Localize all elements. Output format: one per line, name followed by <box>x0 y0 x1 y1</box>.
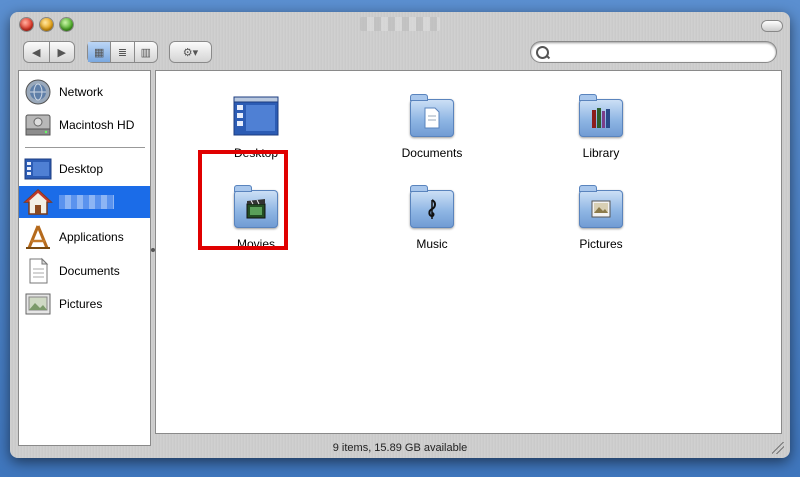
toolbar: ◀ ▶ ▦ ≣ ▥ ⚙▾ <box>10 38 790 72</box>
sidebar-item-network[interactable]: Network <box>19 76 150 108</box>
document-emblem-icon <box>424 107 440 129</box>
sidebar-item-documents[interactable]: Documents <box>19 255 150 287</box>
home-icon <box>23 188 53 216</box>
library-folder-icon <box>577 93 625 141</box>
column-view-button[interactable]: ▥ <box>135 42 157 62</box>
view-mode-control: ▦ ≣ ▥ <box>88 42 157 62</box>
status-bar: 9 items, 15.89 GB available <box>10 438 790 458</box>
search-icon <box>536 46 549 59</box>
forward-arrow-icon: ▶ <box>57 46 66 59</box>
documents-folder-icon <box>408 93 456 141</box>
list-view-icon: ≣ <box>117 46 128 59</box>
file-item-label: Pictures <box>579 237 623 251</box>
sidebar-item-label: Macintosh HD <box>59 118 135 132</box>
column-view-icon: ▥ <box>140 46 152 59</box>
gear-icon: ⚙▾ <box>182 46 199 59</box>
desktop-icon <box>23 155 53 183</box>
file-item-label: Documents <box>401 146 463 160</box>
folder-icon <box>579 185 623 228</box>
sidebar-item-home[interactable] <box>19 186 150 218</box>
sidebar: Network Macintosh HD Desktop Application… <box>18 70 151 446</box>
title-bar[interactable] <box>10 12 790 36</box>
forward-button[interactable]: ▶ <box>50 42 75 62</box>
list-view-button[interactable]: ≣ <box>111 42 135 62</box>
documents-icon <box>23 257 53 285</box>
file-item-pictures[interactable]: Pictures <box>546 184 656 251</box>
sidebar-item-label: Applications <box>59 230 124 244</box>
file-browser-pane: Desktop Documents Library Movies Music P… <box>155 70 782 434</box>
sidebar-divider <box>25 147 145 148</box>
folder-icon <box>410 185 454 228</box>
status-text: 9 items, 15.89 GB available <box>332 442 468 454</box>
sidebar-item-label: Documents <box>59 264 120 278</box>
sidebar-item-pictures[interactable]: Pictures <box>19 288 150 320</box>
resize-grip-icon[interactable] <box>772 442 784 454</box>
pictures-icon <box>23 290 53 318</box>
file-item-music[interactable]: Music <box>377 184 487 251</box>
back-button[interactable]: ◀ <box>24 42 50 62</box>
zoom-button[interactable] <box>60 18 73 31</box>
sidebar-item-macintosh-hd[interactable]: Macintosh HD <box>19 109 150 141</box>
music-folder-icon <box>408 184 456 232</box>
close-button[interactable] <box>20 18 33 31</box>
sidebar-item-desktop[interactable]: Desktop <box>19 153 150 185</box>
toolbar-toggle-button[interactable] <box>762 21 782 31</box>
movies-highlight-annotation <box>198 150 288 250</box>
finder-window: ◀ ▶ ▦ ≣ ▥ ⚙▾ Network Macintosh HD Deskto… <box>10 12 790 458</box>
minimize-button[interactable] <box>40 18 53 31</box>
books-emblem-icon <box>592 108 610 128</box>
desktop-folder-icon <box>232 93 280 141</box>
file-item-library[interactable]: Library <box>546 93 656 160</box>
file-item-label: Library <box>582 146 620 160</box>
sidebar-item-applications[interactable]: Applications <box>19 221 150 253</box>
photo-emblem-icon <box>591 200 611 218</box>
file-item-label: Music <box>416 237 448 251</box>
hard-drive-icon <box>23 111 53 139</box>
back-arrow-icon: ◀ <box>32 46 41 59</box>
folder-icon <box>410 94 454 137</box>
action-menu-button[interactable]: ⚙▾ <box>170 42 211 62</box>
back-forward-control: ◀ ▶ <box>24 42 74 62</box>
window-title <box>360 17 440 31</box>
sidebar-item-label: Network <box>59 85 104 99</box>
icon-view-button[interactable]: ▦ <box>88 42 112 62</box>
search-input[interactable] <box>553 44 767 60</box>
music-note-emblem-icon <box>428 199 436 219</box>
network-globe-icon <box>23 78 53 106</box>
home-folder-label-redacted <box>59 195 114 209</box>
file-item-documents[interactable]: Documents <box>377 93 487 160</box>
applications-icon <box>23 223 53 251</box>
pictures-folder-icon <box>577 184 625 232</box>
sidebar-item-label: Desktop <box>59 162 104 176</box>
sidebar-item-label: Pictures <box>59 297 103 311</box>
folder-icon <box>579 94 623 137</box>
search-field[interactable] <box>531 42 776 62</box>
icon-view-icon: ▦ <box>93 46 105 59</box>
